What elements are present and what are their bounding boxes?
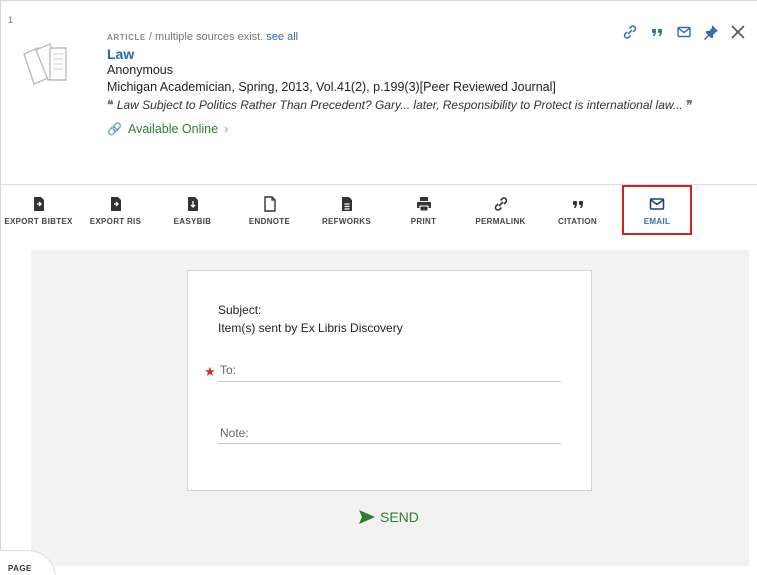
- email-label: EMAIL: [643, 216, 671, 226]
- send-arrow-icon: [359, 510, 375, 524]
- citation-button[interactable]: CITATION: [539, 185, 616, 235]
- citation-icon[interactable]: [643, 20, 670, 44]
- email-icon[interactable]: [670, 20, 697, 44]
- record-snippet: ❝ Law Subject to Politics Rather Than Pr…: [107, 96, 697, 114]
- permalink-button[interactable]: PERMALINK: [462, 185, 539, 235]
- envelope-icon: [648, 195, 666, 213]
- note-field-underline: [218, 443, 561, 444]
- sources-text: / multiple sources exist.: [145, 31, 267, 43]
- record-metadata: ARTICLE / multiple sources exist. see al…: [107, 20, 697, 136]
- export-bibtex-label: EXPORT BIBTEX: [4, 216, 73, 226]
- close-quote-icon: ❞: [686, 98, 693, 112]
- endnote-label: ENDNOTE: [248, 216, 291, 226]
- easybib-button[interactable]: EASYBIB: [154, 185, 231, 235]
- print-button[interactable]: PRINT: [385, 185, 462, 235]
- refworks-button[interactable]: REFWORKS: [308, 185, 385, 235]
- chevron-right-icon: ›: [224, 122, 229, 136]
- available-online-link[interactable]: 🔗 Available Online ›: [107, 122, 697, 136]
- file-outline-icon: [261, 195, 279, 213]
- easybib-label: EASYBIB: [173, 216, 212, 226]
- file-export-icon: [107, 195, 125, 213]
- email-button[interactable]: EMAIL: [622, 185, 692, 235]
- record-actions: [616, 20, 751, 44]
- subject-value: Item(s) sent by Ex Libris Discovery: [218, 321, 403, 335]
- permalink-icon[interactable]: [616, 20, 643, 44]
- export-ris-button[interactable]: EXPORT RIS: [77, 185, 154, 235]
- subject-label: Subject:: [218, 303, 262, 317]
- send-to-toolbar: EXPORT BIBTEX EXPORT RIS EASYBIB ENDNOTE…: [0, 185, 757, 235]
- type-line: ARTICLE / multiple sources exist. see al…: [107, 30, 697, 44]
- export-bibtex-button[interactable]: EXPORT BIBTEX: [0, 185, 77, 235]
- to-field-underline: [218, 381, 561, 382]
- type-label: ARTICLE: [107, 33, 146, 42]
- result-index: 1: [8, 15, 14, 25]
- print-label: PRINT: [410, 216, 437, 226]
- record-title[interactable]: Law: [107, 46, 697, 62]
- citation-label: CITATION: [558, 216, 597, 226]
- page-tab-label: PAGE: [8, 564, 32, 573]
- note-field[interactable]: Note:: [220, 426, 249, 440]
- export-ris-label: EXPORT RIS: [89, 216, 142, 226]
- required-star-icon: ★: [204, 364, 216, 379]
- email-form: Subject: Item(s) sent by Ex Libris Disco…: [187, 270, 592, 491]
- article-thumbnail-icon: [23, 43, 67, 85]
- record-source: Michigan Academician, Spring, 2013, Vol.…: [107, 80, 556, 94]
- file-export-icon: [30, 195, 48, 213]
- printer-icon: [415, 195, 433, 213]
- send-button[interactable]: SEND: [358, 509, 419, 525]
- available-label: Available Online: [127, 122, 219, 136]
- record-author: Anonymous: [107, 63, 174, 77]
- see-all-link[interactable]: see all: [266, 31, 298, 43]
- permalink-label: PERMALINK: [475, 216, 526, 226]
- send-label: SEND: [380, 509, 419, 525]
- endnote-button[interactable]: ENDNOTE: [231, 185, 308, 235]
- file-text-icon: [338, 195, 356, 213]
- to-field[interactable]: To:: [220, 363, 236, 377]
- refworks-label: REFWORKS: [321, 216, 372, 226]
- file-export-icon: [184, 195, 202, 213]
- link-icon: 🔗: [107, 122, 122, 136]
- open-quote-icon: ❝: [107, 98, 114, 112]
- pin-icon[interactable]: [697, 20, 724, 44]
- close-icon[interactable]: [724, 20, 751, 44]
- snippet-text: Law Subject to Politics Rather Than Prec…: [116, 98, 683, 112]
- quote-icon: [569, 195, 587, 213]
- link-icon: [492, 195, 510, 213]
